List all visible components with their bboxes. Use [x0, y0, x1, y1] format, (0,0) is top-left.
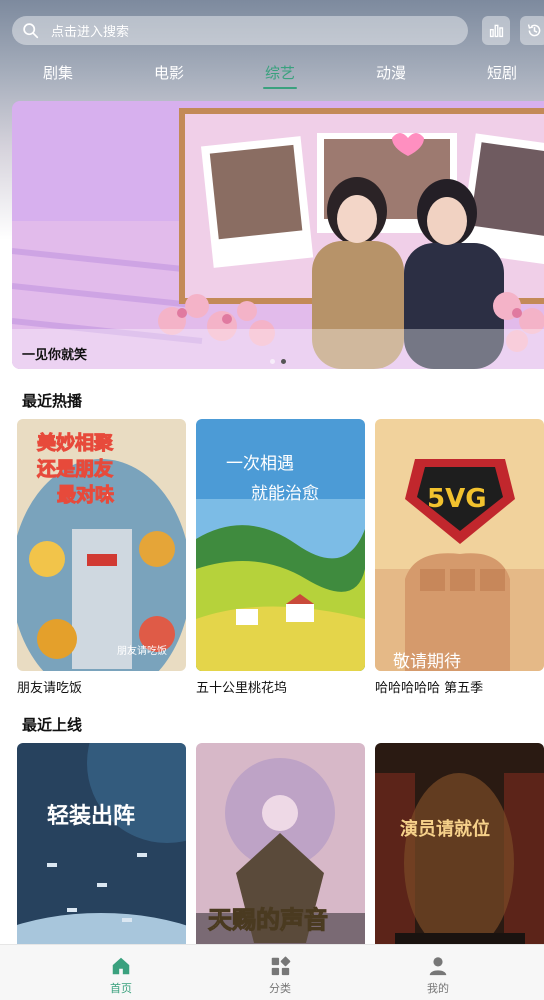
svg-text:美妙相聚: 美妙相聚 — [37, 431, 114, 454]
hero-banner[interactable]: 一见你就笑 — [12, 101, 544, 369]
svg-text:最对味: 最对味 — [57, 483, 114, 506]
poster-title[interactable]: 哈哈哈哈哈 第五季 — [375, 677, 483, 696]
tab-movies[interactable]: 电影 — [139, 62, 199, 83]
svg-text:一次相遇: 一次相遇 — [226, 454, 294, 474]
top-bar: 点击进入搜索 — [12, 16, 544, 46]
pagination-dot-active[interactable] — [281, 359, 286, 364]
poster-title[interactable]: 五十公里桃花坞 — [196, 677, 287, 696]
tab-short-drama[interactable]: 短剧 — [472, 62, 532, 83]
history-icon — [527, 24, 540, 37]
ranking-button[interactable] — [482, 16, 510, 45]
tab-variety[interactable]: 综艺 — [250, 62, 310, 83]
poster-title[interactable]: 朋友请吃饭 — [17, 677, 82, 696]
svg-text:轻装出阵: 轻装出阵 — [47, 803, 135, 829]
category-tabs: 剧集 电影 综艺 动漫 短剧 — [0, 56, 544, 92]
poster-card[interactable]: 一次相遇 就能治愈 — [196, 419, 365, 671]
svg-text:演员请就位: 演员请就位 — [400, 818, 490, 840]
svg-text:朋友请吃饭: 朋友请吃饭 — [117, 644, 167, 657]
pagination-dot[interactable] — [270, 359, 275, 364]
poster-image: 5VG 敬请期待 — [375, 419, 544, 671]
svg-text:天赐的声音: 天赐的声音 — [208, 906, 328, 934]
active-tab-indicator — [263, 87, 297, 89]
user-icon — [429, 957, 447, 976]
poster-card[interactable]: 美妙相聚 还是朋友 最对味 朋友请吃饭 — [17, 419, 186, 671]
history-button[interactable] — [520, 16, 544, 45]
poster-card[interactable]: 5VG 敬请期待 — [375, 419, 544, 671]
tab-series[interactable]: 剧集 — [28, 62, 88, 83]
search-bar[interactable]: 点击进入搜索 — [12, 16, 468, 45]
bottom-nav: 首页 分类 我的 — [0, 944, 544, 1000]
section-title-recent-hot: 最近热播 — [22, 392, 83, 410]
banner-caption: 一见你就笑 — [22, 348, 88, 363]
nav-mine[interactable]: 我的 — [408, 955, 468, 996]
poster-image: 美妙相聚 还是朋友 最对味 朋友请吃饭 — [17, 419, 186, 671]
nav-home[interactable]: 首页 — [91, 955, 151, 996]
banner-artwork — [12, 101, 544, 369]
nav-label: 分类 — [269, 982, 291, 995]
section-title-recent-online: 最近上线 — [22, 716, 83, 734]
search-icon — [23, 23, 39, 39]
search-placeholder: 点击进入搜索 — [51, 25, 130, 40]
tab-anime[interactable]: 动漫 — [361, 62, 421, 83]
banner-pagination — [270, 359, 286, 364]
svg-text:就能治愈: 就能治愈 — [251, 484, 319, 504]
nav-category[interactable]: 分类 — [250, 955, 310, 996]
poster-image: 一次相遇 就能治愈 — [196, 419, 365, 671]
grid-icon — [271, 956, 291, 976]
nav-label: 我的 — [427, 982, 449, 995]
bar-chart-icon — [489, 24, 503, 38]
nav-label: 首页 — [110, 982, 132, 995]
home-icon — [112, 957, 130, 975]
poster-overlay-text: 敬请期待 — [393, 652, 461, 671]
svg-text:5VG: 5VG — [427, 484, 487, 514]
svg-text:还是朋友: 还是朋友 — [36, 457, 113, 480]
